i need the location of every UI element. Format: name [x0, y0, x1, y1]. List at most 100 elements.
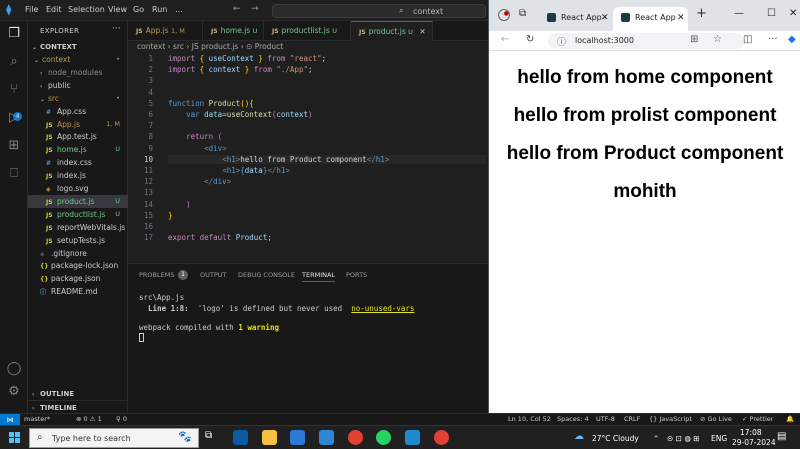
clock-time[interactable]: 17:08 — [740, 428, 762, 437]
windows-start-icon[interactable] — [9, 432, 21, 444]
split-screen-icon[interactable]: ◫ — [743, 34, 752, 45]
explorer-item[interactable]: JS setupTests.js — [28, 234, 128, 247]
explorer-item[interactable]: ◈ logo.svg — [28, 182, 128, 195]
tab-problems[interactable]: PROBLEMS — [139, 271, 174, 279]
prettier-status[interactable]: ✓ Prettier — [742, 415, 773, 423]
weather-cloud-icon[interactable]: ☁ — [574, 431, 584, 442]
code-line[interactable]: import { context } from "./App"; — [168, 65, 313, 74]
editor-tab[interactable]: JS productlist.js U — [264, 21, 351, 41]
tab-terminal[interactable]: TERMINAL — [302, 271, 336, 282]
problems-status[interactable]: ⊗ 0 ⚠ 1 — [76, 415, 102, 423]
code-line[interactable]: return ( — [168, 132, 222, 141]
notification-center-icon[interactable]: ▤ — [777, 431, 786, 442]
explorer-item[interactable]: JS App.js 1, M — [28, 118, 128, 131]
code-line[interactable]: <h1>{data}</h1> — [168, 166, 290, 175]
explorer-item[interactable]: ⓘ README.md — [28, 285, 128, 298]
explorer-item[interactable]: JS productlist.js U — [28, 208, 128, 221]
menu-view[interactable]: View — [108, 5, 127, 14]
nav-forward-icon[interactable]: → — [251, 4, 259, 14]
maximize-icon[interactable]: ☐ — [767, 8, 776, 19]
back-icon[interactable]: ← — [501, 34, 509, 45]
notifications-bell-icon[interactable]: 🔔 — [786, 415, 794, 423]
weather-text[interactable]: 27°C Cloudy — [592, 434, 639, 443]
explorer-item[interactable]: JS home.js U — [28, 143, 128, 156]
menu-run[interactable]: Run — [152, 5, 167, 14]
encoding[interactable]: UTF-8 — [596, 415, 615, 423]
terminal-cursor[interactable] — [139, 333, 144, 342]
editor-tab[interactable]: JS product.js U ✕ — [351, 21, 433, 41]
chrome-icon[interactable] — [348, 430, 363, 445]
code-line[interactable]: </div> — [168, 177, 231, 186]
ports-status[interactable]: ⚲ 0 — [116, 415, 127, 423]
indentation[interactable]: Spaces: 4 — [557, 415, 589, 423]
line-endings[interactable]: CRLF — [624, 415, 640, 423]
more-actions-icon[interactable]: ··· — [112, 24, 121, 34]
explorer-item[interactable]: JS App.test.js — [28, 130, 128, 143]
input-language[interactable]: ENG — [711, 434, 727, 443]
git-branch[interactable]: master* — [24, 415, 50, 423]
code-line[interactable]: export default Product; — [168, 233, 272, 242]
copilot-icon[interactable]: ◆ — [788, 34, 796, 45]
editor-tab[interactable]: JS home.js U — [203, 21, 264, 41]
menu-more[interactable]: … — [175, 5, 183, 14]
code-line[interactable]: import { useContext } from "react"; — [168, 54, 326, 63]
tab-actions-icon[interactable]: ⧉ — [519, 8, 526, 19]
menu-file[interactable]: File — [25, 5, 38, 14]
address-bar[interactable]: ⓘ localhost:3000 ⊞ ☆ — [548, 33, 744, 49]
run-debug-icon[interactable]: ▷ — [6, 110, 22, 126]
tab-output[interactable]: OUTPUT — [200, 271, 227, 279]
go-live-button[interactable]: ⊘ Go Live — [700, 415, 732, 423]
explorer-item[interactable]: ⌄ src • — [28, 92, 128, 105]
timeline-section[interactable]: › TIMELINE — [28, 400, 128, 413]
minimize-icon[interactable]: — — [734, 8, 744, 19]
code-line[interactable]: <div> — [168, 144, 227, 153]
tray-status-icons[interactable]: ⊝ ⊡ ◍ ⊞ — [667, 434, 700, 443]
microsoft-store-icon[interactable] — [290, 430, 305, 445]
file-explorer-icon[interactable] — [262, 430, 277, 445]
close-tab-icon[interactable]: ✕ — [417, 27, 425, 36]
explorer-item[interactable]: JS reportWebVitals.js — [28, 221, 128, 234]
browser-tab-1[interactable]: React App ✕ — [539, 7, 611, 31]
site-info-icon[interactable]: ⓘ — [557, 35, 566, 48]
outline-section[interactable]: › OUTLINE — [28, 387, 128, 400]
explorer-item[interactable]: # App.css — [28, 105, 128, 118]
clock-date[interactable]: 29-07-2024 — [732, 438, 776, 447]
code-editor[interactable]: context › src › JS product.js › ⊙ Produc… — [128, 41, 488, 263]
command-center-search[interactable]: ⌕ context — [272, 4, 486, 18]
close-tab-1-icon[interactable]: ✕ — [601, 7, 609, 29]
cursor-position[interactable]: Ln 10, Col 52 — [508, 415, 551, 423]
profile-icon[interactable]: ● — [498, 9, 510, 21]
code-line[interactable]: ) — [168, 200, 191, 209]
close-window-icon[interactable]: ✕ — [789, 8, 797, 19]
favorite-star-icon[interactable]: ☆ — [713, 34, 722, 45]
menu-edit[interactable]: Edit — [46, 5, 62, 14]
tray-overflow-icon[interactable]: ⌃ — [653, 434, 659, 443]
menu-go[interactable]: Go — [133, 5, 144, 14]
explorer-item[interactable]: › public — [28, 79, 128, 92]
edge-browser-icon[interactable] — [233, 430, 248, 445]
new-tab-icon[interactable]: + — [696, 6, 707, 21]
bookmark-icon[interactable]: ⎕ — [6, 166, 22, 182]
app-available-icon[interactable]: ⊞ — [690, 34, 698, 45]
taskbar-search[interactable]: ⌕ Type here to search 🐾 — [29, 428, 199, 448]
browser-tab-2[interactable]: React App ✕ — [613, 7, 688, 31]
tab-ports[interactable]: PORTS — [346, 271, 367, 279]
code-line[interactable]: } — [168, 211, 173, 220]
explorer-item[interactable]: JS product.js U — [28, 194, 128, 208]
explorer-item[interactable]: JS index.js — [28, 169, 128, 182]
editor-tab[interactable]: JS App.js 1, M — [128, 21, 203, 41]
explorer-item[interactable]: › node_modules — [28, 66, 128, 79]
explorer-item[interactable]: {} package-lock.json — [28, 259, 128, 272]
language-mode[interactable]: {} JavaScript — [649, 415, 692, 423]
tab-debug-console[interactable]: DEBUG CONSOLE — [238, 271, 295, 279]
search-icon[interactable]: ⌕ — [6, 54, 22, 70]
explorer-item[interactable]: {} package.json — [28, 272, 128, 285]
workspace-root[interactable]: ⌄ CONTEXT — [28, 40, 128, 53]
nav-back-icon[interactable]: ← — [233, 4, 241, 14]
mail-icon[interactable] — [319, 430, 334, 445]
code-line[interactable]: var data=useContext(context) — [168, 110, 312, 119]
chrome-profile-icon[interactable] — [434, 430, 449, 445]
close-tab-2-icon[interactable]: ✕ — [677, 7, 685, 29]
vscode-taskbar-icon[interactable] — [405, 430, 420, 445]
whatsapp-icon[interactable] — [376, 430, 391, 445]
